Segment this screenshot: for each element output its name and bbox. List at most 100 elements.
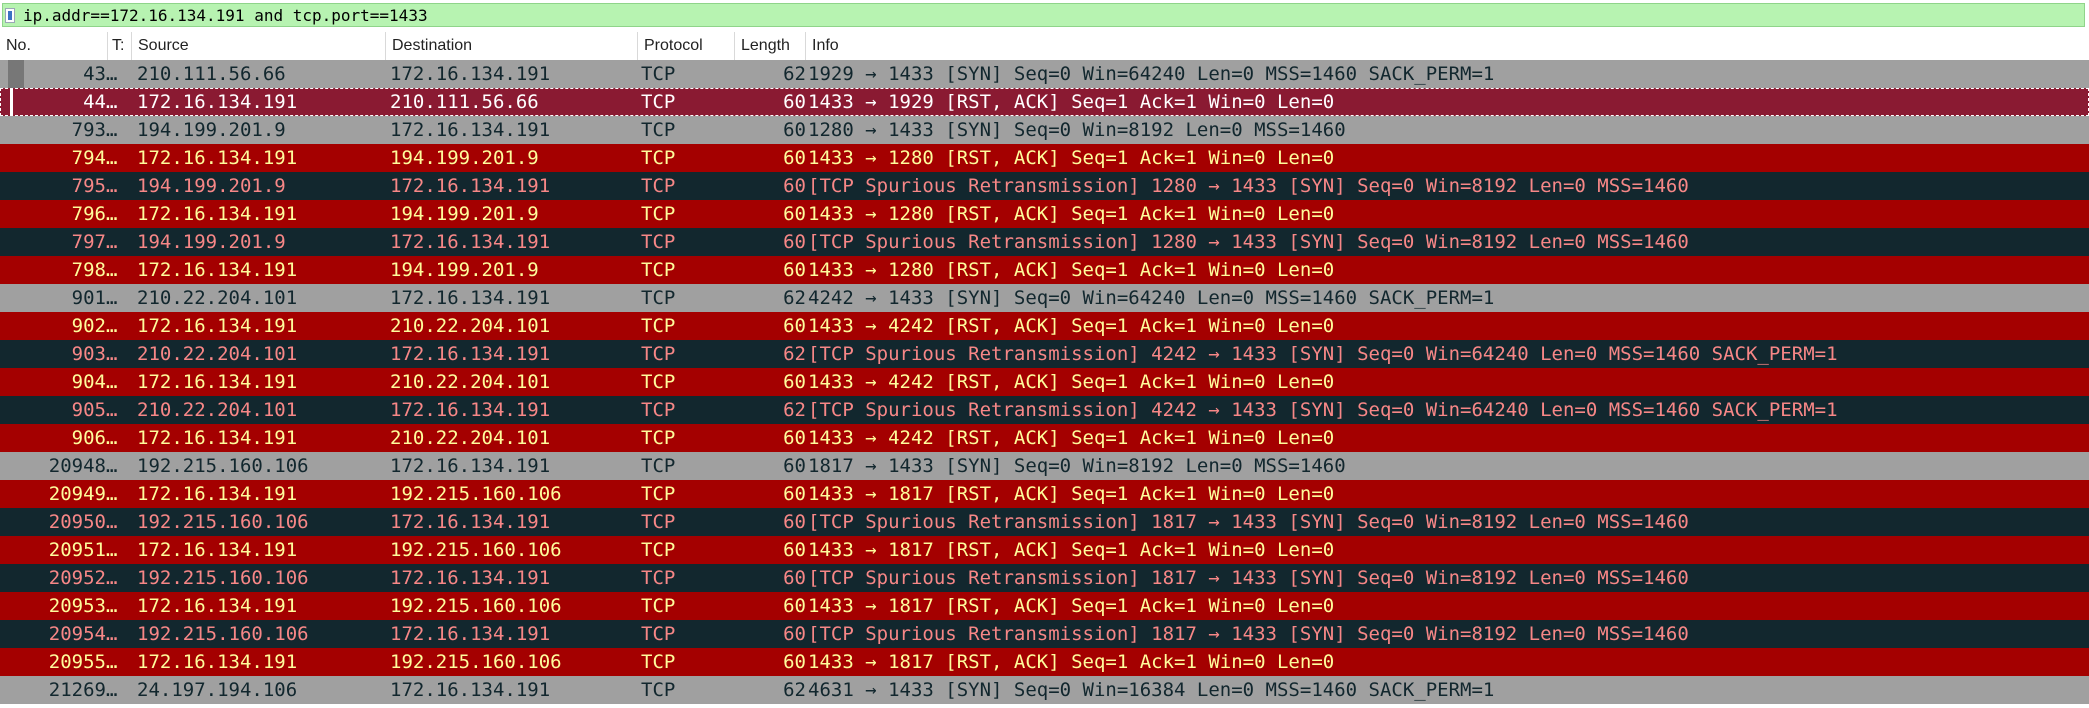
packet-row[interactable]: 905… 210.22.204.101 172.16.134.191 TCP 62 [TC… — [0, 396, 2089, 424]
packet-no: 904 — [71, 371, 106, 393]
packet-info: [TCP Spurious Retransmission] 1817 → 143… — [808, 623, 1689, 645]
packet-source: 172.16.134.191 — [137, 371, 298, 393]
packet-row[interactable]: 21269… 24.197.194.106 172.16.134.191 TCP 62 4… — [0, 676, 2089, 704]
packet-source: 210.22.204.101 — [137, 343, 298, 365]
packet-row[interactable]: 901… 210.22.204.101 172.16.134.191 TCP 62 424… — [0, 284, 2089, 312]
packet-row[interactable]: 20949… 172.16.134.191 192.215.160.106 TCP 60… — [0, 480, 2089, 508]
packet-source: 172.16.134.191 — [137, 259, 298, 281]
packet-length: 60 — [783, 371, 806, 393]
packet-row[interactable]: 20953… 172.16.134.191 192.215.160.106 TCP 60… — [0, 592, 2089, 620]
packet-time: … — [106, 91, 118, 113]
column-header-destination[interactable]: Destination — [386, 32, 638, 60]
column-header-source[interactable]: Source — [132, 32, 386, 60]
packet-row[interactable]: 44… 172.16.134.191 210.111.56.66 TCP 60 1433 … — [0, 88, 2089, 119]
packet-source: 210.111.56.66 — [137, 63, 286, 85]
packet-destination: 192.215.160.106 — [390, 595, 562, 617]
packet-protocol: TCP — [641, 343, 676, 365]
packet-length: 60 — [783, 259, 806, 281]
packet-source: 194.199.201.9 — [137, 231, 286, 253]
packet-time: … — [106, 427, 118, 449]
packet-info: 1433 → 1280 [RST, ACK] Seq=1 Ack=1 Win=0… — [808, 147, 1335, 169]
column-header-protocol[interactable]: Protocol — [638, 32, 735, 60]
packet-no: 20954 — [48, 623, 106, 645]
packet-time: … — [106, 679, 118, 701]
packet-length: 60 — [783, 119, 806, 141]
packet-row[interactable]: 20955… 172.16.134.191 192.215.160.106 TCP 60… — [0, 648, 2089, 676]
packet-destination: 172.16.134.191 — [390, 231, 551, 253]
packet-time: … — [106, 511, 118, 533]
packet-info: 1929 → 1433 [SYN] Seq=0 Win=64240 Len=0 … — [808, 63, 1495, 85]
packet-info: [TCP Spurious Retransmission] 1817 → 143… — [808, 511, 1689, 533]
packet-source: 192.215.160.106 — [137, 455, 309, 477]
packet-row[interactable]: 795… 194.199.201.9 172.16.134.191 TCP 60 [TCP… — [0, 172, 2089, 200]
packet-protocol: TCP — [641, 91, 676, 113]
column-header-no[interactable]: No. — [0, 32, 108, 60]
packet-row[interactable]: 43… 210.111.56.66 172.16.134.191 TCP 62 1929 … — [0, 60, 2089, 88]
packet-protocol: TCP — [641, 651, 676, 673]
packet-source: 172.16.134.191 — [137, 651, 298, 673]
packet-protocol: TCP — [641, 175, 676, 197]
packet-destination: 210.22.204.101 — [390, 427, 551, 449]
packet-length: 60 — [783, 231, 806, 253]
packet-length: 60 — [783, 651, 806, 673]
packet-no: 20948 — [48, 455, 106, 477]
packet-time: … — [106, 483, 118, 505]
packet-info: [TCP Spurious Retransmission] 1817 → 143… — [808, 567, 1689, 589]
packet-no: 798 — [71, 259, 106, 281]
packet-protocol: TCP — [641, 287, 676, 309]
packet-destination: 172.16.134.191 — [390, 63, 551, 85]
packet-length: 62 — [783, 679, 806, 701]
packet-info: 1817 → 1433 [SYN] Seq=0 Win=8192 Len=0 M… — [808, 455, 1346, 477]
packet-row[interactable]: 903… 210.22.204.101 172.16.134.191 TCP 62 [TC… — [0, 340, 2089, 368]
packet-time: … — [106, 287, 118, 309]
packet-info: 4242 → 1433 [SYN] Seq=0 Win=64240 Len=0 … — [808, 287, 1495, 309]
packet-row[interactable]: 20954… 192.215.160.106 172.16.134.191 TCP 60… — [0, 620, 2089, 648]
packet-protocol: TCP — [641, 595, 676, 617]
packet-protocol: TCP — [641, 511, 676, 533]
packet-length: 60 — [783, 483, 806, 505]
packet-row[interactable]: 798… 172.16.134.191 194.199.201.9 TCP 60 1433… — [0, 256, 2089, 284]
column-header-time[interactable]: T: — [108, 32, 132, 60]
packet-row[interactable]: 20952… 192.215.160.106 172.16.134.191 TCP 60… — [0, 564, 2089, 592]
packet-destination: 210.22.204.101 — [390, 315, 551, 337]
packet-length: 62 — [783, 63, 806, 85]
packet-source: 172.16.134.191 — [137, 539, 298, 561]
packet-source: 172.16.134.191 — [137, 91, 298, 113]
packet-no: 20955 — [48, 651, 106, 673]
packet-row[interactable]: 904… 172.16.134.191 210.22.204.101 TCP 60 143… — [0, 368, 2089, 396]
packet-row[interactable]: 20951… 172.16.134.191 192.215.160.106 TCP 60… — [0, 536, 2089, 564]
packet-protocol: TCP — [641, 315, 676, 337]
packet-length: 60 — [783, 567, 806, 589]
packet-row[interactable]: 797… 194.199.201.9 172.16.134.191 TCP 60 [TCP… — [0, 228, 2089, 256]
packet-source: 210.22.204.101 — [137, 287, 298, 309]
packet-source: 192.215.160.106 — [137, 623, 309, 645]
packet-row[interactable]: 793… 194.199.201.9 172.16.134.191 TCP 60 1280… — [0, 116, 2089, 144]
packet-row[interactable]: 20948… 192.215.160.106 172.16.134.191 TCP 60… — [0, 452, 2089, 480]
packet-length: 60 — [783, 91, 806, 113]
packet-protocol: TCP — [641, 259, 676, 281]
packet-row[interactable]: 20950… 192.215.160.106 172.16.134.191 TCP 60… — [0, 508, 2089, 536]
column-header-length[interactable]: Length — [735, 32, 806, 60]
packet-destination: 172.16.134.191 — [390, 567, 551, 589]
packet-info: 4631 → 1433 [SYN] Seq=0 Win=16384 Len=0 … — [808, 679, 1495, 701]
packet-protocol: TCP — [641, 623, 676, 645]
packet-row[interactable]: 906… 172.16.134.191 210.22.204.101 TCP 60 143… — [0, 424, 2089, 452]
packet-info: 1433 → 4242 [RST, ACK] Seq=1 Ack=1 Win=0… — [808, 371, 1335, 393]
packet-no: 794 — [71, 147, 106, 169]
display-filter-input[interactable]: ip.addr==172.16.134.191 and tcp.port==14… — [2, 3, 2085, 27]
packet-row[interactable]: 794… 172.16.134.191 194.199.201.9 TCP 60 1433… — [0, 144, 2089, 172]
packet-destination: 194.199.201.9 — [390, 203, 539, 225]
packet-source: 172.16.134.191 — [137, 203, 298, 225]
bookmark-icon[interactable] — [5, 8, 15, 23]
packet-destination: 172.16.134.191 — [390, 119, 551, 141]
packet-row[interactable]: 902… 172.16.134.191 210.22.204.101 TCP 60 143… — [0, 312, 2089, 340]
packet-list-header: No. T: Source Destination Protocol Lengt… — [0, 32, 2089, 61]
packet-no: 43 — [83, 63, 106, 85]
packet-protocol: TCP — [641, 679, 676, 701]
packet-row[interactable]: 796… 172.16.134.191 194.199.201.9 TCP 60 1433… — [0, 200, 2089, 228]
packet-info: [TCP Spurious Retransmission] 1280 → 143… — [808, 231, 1689, 253]
packet-time: … — [106, 203, 118, 225]
packet-source: 192.215.160.106 — [137, 567, 309, 589]
column-header-info[interactable]: Info — [806, 32, 2089, 60]
packet-source: 172.16.134.191 — [137, 595, 298, 617]
